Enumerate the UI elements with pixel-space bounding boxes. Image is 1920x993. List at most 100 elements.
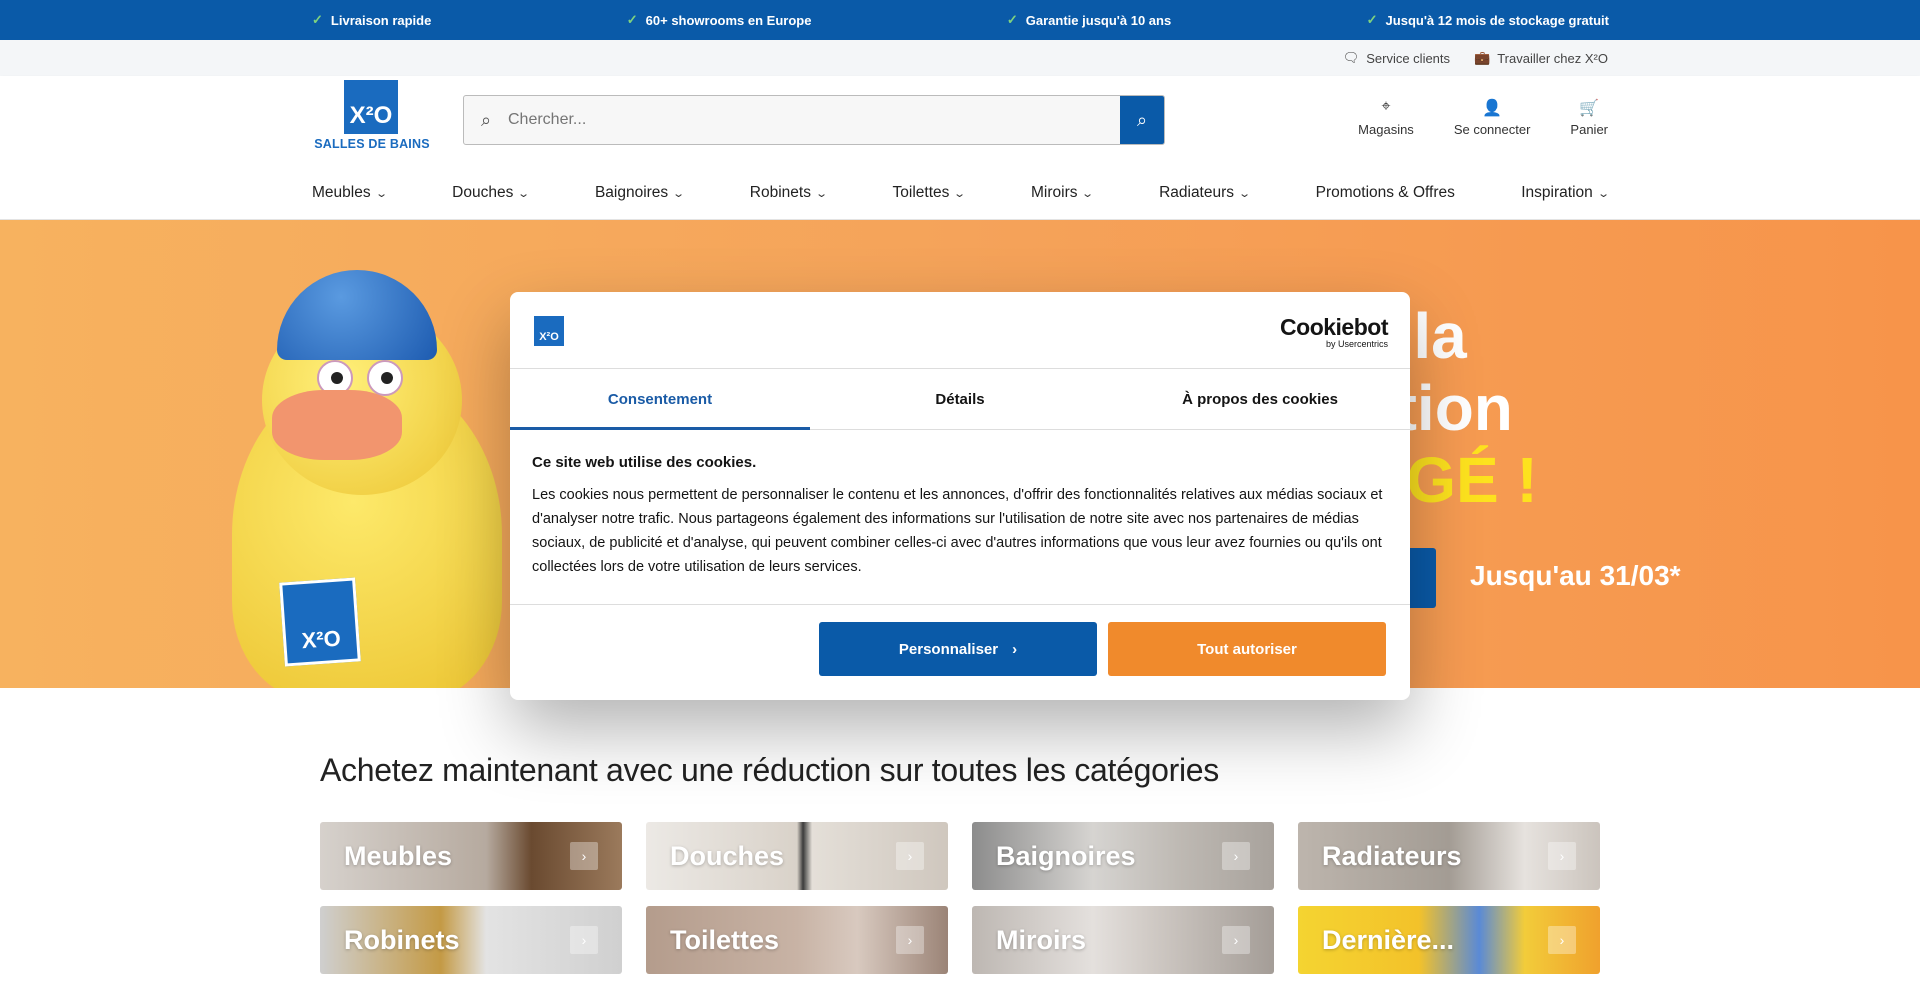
check-icon: ✓ <box>626 12 638 27</box>
check-icon: ✓ <box>1006 12 1018 27</box>
utility-bar: 🗨 Service clients 💼 Travailler chez X²O <box>0 40 1920 76</box>
user-icon: 👤 <box>1482 100 1503 117</box>
search-bar: ⌕ ⌕ <box>463 95 1165 145</box>
chevron-down-icon: ⌄ <box>1596 187 1610 200</box>
category-card-robinets[interactable]: Robinets › <box>320 906 622 974</box>
category-card-radiateurs[interactable]: Radiateurs › <box>1298 822 1600 890</box>
usp-item: ✓ 60+ showrooms en Europe <box>627 12 812 28</box>
tab-consent[interactable]: Consentement <box>510 369 810 430</box>
cookiebot-logo: Cookiebot by Usercentrics <box>1280 314 1388 349</box>
category-card-meubles[interactable]: Meubles › <box>320 822 622 890</box>
chevron-down-icon: ⌄ <box>953 187 967 200</box>
dialog-text: Les cookies nous permettent de personnal… <box>532 487 1383 575</box>
logo-mark: X²O <box>344 80 398 134</box>
category-card-douches[interactable]: Douches › <box>646 822 948 890</box>
usp-text: 60+ showrooms en Europe <box>645 12 812 28</box>
cart-icon: 🛒 <box>1579 100 1600 117</box>
chevron-down-icon: ⌄ <box>1081 187 1095 200</box>
cart-label: Panier <box>1570 122 1608 137</box>
nav-label: Meubles <box>312 184 371 201</box>
categories-title: Achetez maintenant avec une réduction su… <box>320 752 1219 788</box>
dialog-heading: Ce site web utilise des cookies. <box>532 454 757 471</box>
usp-text: Garantie jusqu'à 10 ans <box>1025 12 1172 28</box>
category-label: Robinets <box>344 924 460 955</box>
usp-bar: ✓ Livraison rapide ✓ 60+ showrooms en Euro… <box>0 0 1920 40</box>
customize-button[interactable]: Personnaliser › <box>819 622 1097 676</box>
nav-item-radiateurs[interactable]: Radiateurs ⌄ <box>1159 184 1252 202</box>
chevron-down-icon: ⌄ <box>374 187 388 200</box>
nav-label: Toilettes <box>892 184 950 201</box>
chevron-right-icon: › <box>1222 842 1250 870</box>
nav-item-promotions[interactable]: Promotions & Offres <box>1316 184 1455 202</box>
chevron-down-icon: ⌄ <box>672 187 686 200</box>
check-icon: ✓ <box>1366 12 1378 27</box>
category-grid: Meubles › Douches › Baignoires › Radiateurs… <box>320 822 1601 974</box>
nav-label: Miroirs <box>1030 184 1078 201</box>
site-header: X²O SALLES DE BAINS ⌕ ⌕ ⌖ Magasins 👤 Se co… <box>0 76 1920 220</box>
tab-details[interactable]: Détails <box>810 369 1110 429</box>
category-label: Meubles <box>344 840 453 871</box>
chat-icon: 🗨 <box>1342 50 1360 65</box>
stores-label: Magasins <box>1358 122 1414 137</box>
chevron-right-icon: › <box>896 926 924 954</box>
chevron-right-icon: › <box>896 842 924 870</box>
nav-item-baignoires[interactable]: Baignoires ⌄ <box>595 184 686 202</box>
search-icon: ⌕ <box>480 109 492 130</box>
nav-item-miroirs[interactable]: Miroirs ⌄ <box>1030 184 1095 202</box>
site-logo-small: X²O <box>534 316 564 346</box>
category-label: Miroirs <box>996 924 1087 955</box>
dialog-header: X²O Cookiebot by Usercentrics <box>510 292 1410 369</box>
location-pin-icon: ⌖ <box>1381 98 1391 115</box>
chevron-down-icon: ⌄ <box>1238 187 1252 200</box>
chevron-right-icon: › <box>1548 842 1576 870</box>
customer-service-link[interactable]: 🗨 Service clients <box>1343 50 1450 66</box>
chevron-down-icon: ⌄ <box>517 187 531 200</box>
category-card-miroirs[interactable]: Miroirs › <box>972 906 1274 974</box>
cookie-consent-dialog: X²O Cookiebot by Usercentrics Consenteme… <box>510 292 1410 700</box>
stores-link[interactable]: ⌖ Magasins <box>1358 98 1414 137</box>
usp-item: ✓ Livraison rapide <box>312 12 431 28</box>
jobs-label: Travailler chez X²O <box>1497 50 1608 66</box>
chevron-down-icon: ⌄ <box>815 187 829 200</box>
category-label: Douches <box>670 840 785 871</box>
logo[interactable]: X²O SALLES DE BAINS <box>312 80 432 152</box>
usp-text: Livraison rapide <box>330 12 432 28</box>
cookiebot-brand: Cookiebot <box>1280 314 1388 340</box>
dialog-tabs: Consentement Détails À propos des cookie… <box>510 369 1410 430</box>
accept-all-button[interactable]: Tout autoriser <box>1108 622 1386 676</box>
category-label: Radiateurs <box>1322 840 1462 871</box>
briefcase-icon: 💼 <box>1474 50 1491 65</box>
search-input[interactable] <box>508 96 1120 144</box>
usp-item: ✓ Garantie jusqu'à 10 ans <box>1007 12 1171 28</box>
nav-label: Promotions & Offres <box>1315 184 1455 201</box>
nav-item-inspiration[interactable]: Inspiration ⌄ <box>1521 184 1610 202</box>
search-button[interactable]: ⌕ <box>1120 96 1164 144</box>
dialog-footer: Personnaliser › Tout autoriser <box>510 605 1410 693</box>
jobs-link[interactable]: 💼 Travailler chez X²O <box>1474 50 1608 66</box>
cart-link[interactable]: 🛒 Panier <box>1570 98 1608 137</box>
accept-label: Tout autoriser <box>1197 640 1297 658</box>
nav-label: Robinets <box>749 184 811 201</box>
category-label: Toilettes <box>670 924 780 955</box>
chevron-right-icon: › <box>1012 640 1018 658</box>
usp-text: Jusqu'à 12 mois de stockage gratuit <box>1385 12 1609 28</box>
login-label: Se connecter <box>1453 122 1531 137</box>
usp-item: ✓ Jusqu'à 12 mois de stockage gratuit <box>1367 12 1609 28</box>
chevron-right-icon: › <box>570 926 598 954</box>
login-link[interactable]: 👤 Se connecter <box>1454 98 1531 137</box>
category-label: Baignoires <box>996 840 1136 871</box>
search-icon: ⌕ <box>1136 109 1148 130</box>
nav-item-meubles[interactable]: Meubles ⌄ <box>312 184 388 202</box>
chevron-right-icon: › <box>1548 926 1576 954</box>
category-card-derniere[interactable]: Dernière... › <box>1298 906 1600 974</box>
customize-label: Personnaliser <box>898 640 999 658</box>
nav-item-toilettes[interactable]: Toilettes ⌄ <box>892 184 967 202</box>
category-card-toilettes[interactable]: Toilettes › <box>646 906 948 974</box>
logo-text: SALLES DE BAINS <box>314 137 430 151</box>
category-card-baignoires[interactable]: Baignoires › <box>972 822 1274 890</box>
nav-item-robinets[interactable]: Robinets ⌄ <box>749 184 829 202</box>
dialog-body: Ce site web utilise des cookies. Les coo… <box>510 430 1410 605</box>
chevron-right-icon: › <box>1222 926 1250 954</box>
nav-item-douches[interactable]: Douches ⌄ <box>452 184 531 202</box>
tab-about-cookies[interactable]: À propos des cookies <box>1110 369 1410 429</box>
